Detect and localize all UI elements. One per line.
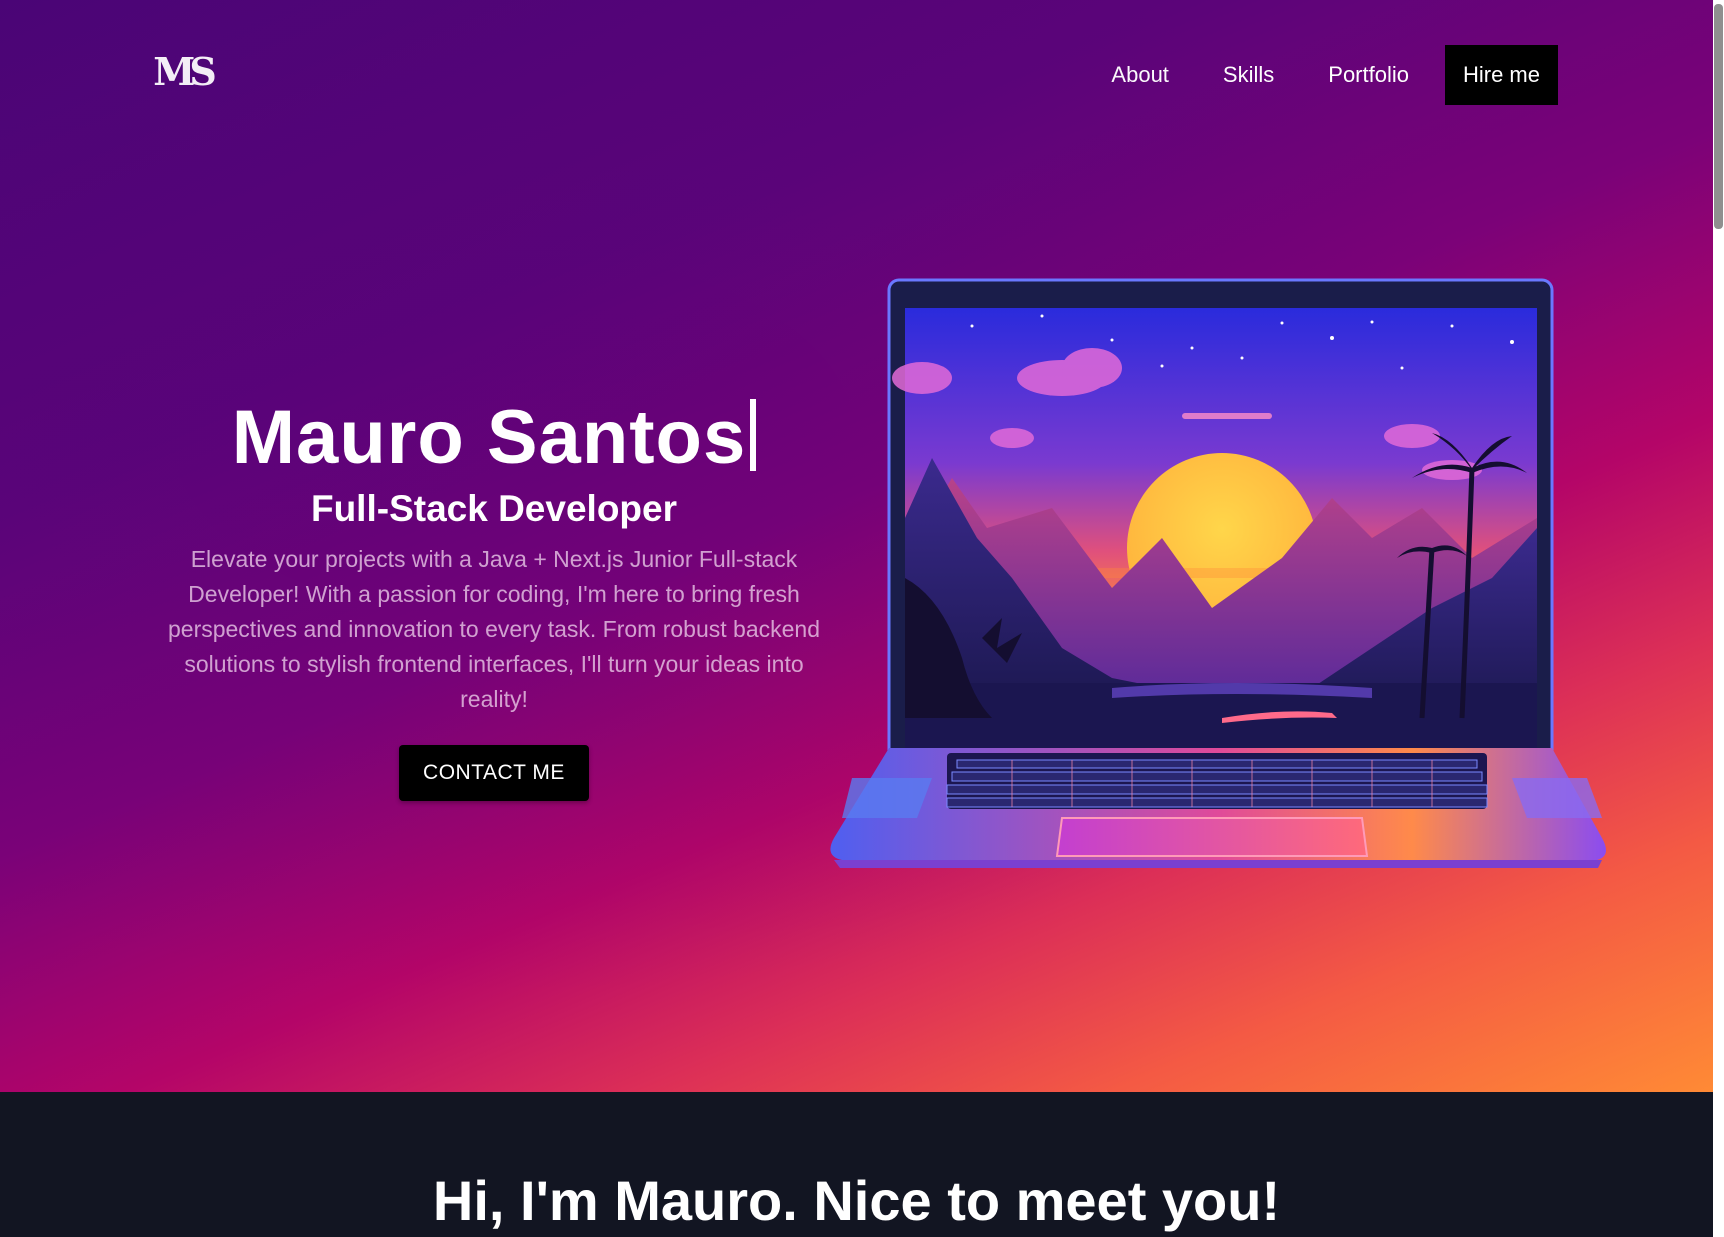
typing-cursor — [750, 399, 757, 471]
hero-section: MS About Skills Portfolio Hire me Mauro … — [0, 0, 1713, 1092]
page: MS About Skills Portfolio Hire me Mauro … — [0, 0, 1724, 1237]
nav-link-portfolio[interactable]: Portfolio — [1301, 46, 1436, 104]
site-logo[interactable]: MS — [153, 52, 216, 92]
contact-me-button[interactable]: CONTACT ME — [399, 745, 589, 801]
scrollbar-thumb[interactable] — [1714, 4, 1723, 229]
nav-link-skills[interactable]: Skills — [1196, 46, 1301, 104]
hero-name-heading: Mauro Santos — [160, 390, 828, 486]
laptop-illustration — [830, 278, 1606, 868]
nav-link-about[interactable]: About — [1084, 46, 1196, 104]
hero-name: Mauro Santos — [231, 395, 747, 480]
hero-description: Elevate your projects with a Java + Next… — [167, 546, 820, 712]
about-heading: Hi, I'm Mauro. Nice to meet you! — [432, 1169, 1281, 1232]
hire-me-button[interactable]: Hire me — [1444, 45, 1558, 105]
main-nav: About Skills Portfolio Hire me — [1084, 45, 1558, 105]
page-scrollbar[interactable] — [1713, 0, 1724, 1237]
hero-text-block: Mauro Santos Full-Stack Developer Elevat… — [160, 390, 828, 801]
hero-role: Full-Stack Developer — [310, 488, 677, 529]
logo-text: MS — [153, 49, 216, 94]
about-section: Hi, I'm Mauro. Nice to meet you! — [0, 1092, 1713, 1237]
